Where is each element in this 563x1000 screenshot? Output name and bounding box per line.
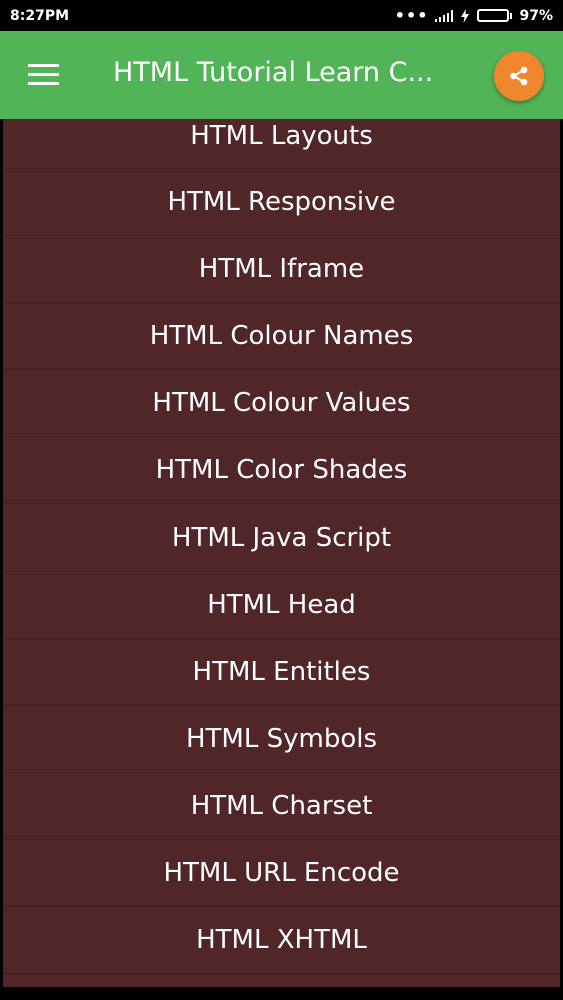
list-item-html-url-encode[interactable]: HTML URL Encode xyxy=(3,840,560,908)
notification-dots-icon: ••• xyxy=(394,5,429,25)
topic-list: HTML Layouts HTML Responsive HTML Iframe… xyxy=(3,119,560,987)
share-button[interactable] xyxy=(494,51,544,101)
list-item-html-head[interactable]: HTML Head xyxy=(3,572,560,639)
list-item-html-responsive[interactable]: HTML Responsive xyxy=(3,169,560,237)
list-item-html-xhtml[interactable]: HTML XHTML xyxy=(3,907,560,975)
status-indicators: ••• 97% xyxy=(394,5,553,25)
charging-bolt-icon xyxy=(461,8,470,23)
list-item-html-entitles[interactable]: HTML Entitles xyxy=(3,639,560,706)
battery-percent: 97% xyxy=(519,7,553,24)
list-item-html-colour-names[interactable]: HTML Colour Names xyxy=(3,303,560,371)
bottom-edge xyxy=(0,987,563,1000)
app-bar: HTML Tutorial Learn C... xyxy=(0,31,563,119)
list-item-html-iframe[interactable]: HTML Iframe xyxy=(3,236,560,304)
hamburger-menu-icon[interactable] xyxy=(28,64,59,86)
list-item-html-layouts[interactable]: HTML Layouts xyxy=(3,119,560,169)
list-item-html-color-shades[interactable]: HTML Color Shades xyxy=(3,437,560,505)
list-item-html-symbols[interactable]: HTML Symbols xyxy=(3,706,560,773)
share-icon xyxy=(510,66,528,86)
list-item-html-charset[interactable]: HTML Charset xyxy=(3,773,560,840)
list-item-html-java-script[interactable]: HTML Java Script xyxy=(3,504,560,572)
status-bar: 8:27PM ••• 97% xyxy=(0,0,563,31)
status-time: 8:27PM xyxy=(10,7,70,24)
signal-icon xyxy=(435,9,454,22)
battery-icon xyxy=(477,9,513,22)
app-title: HTML Tutorial Learn C... xyxy=(113,57,434,88)
list-item-html-colour-values[interactable]: HTML Colour Values xyxy=(3,370,560,438)
